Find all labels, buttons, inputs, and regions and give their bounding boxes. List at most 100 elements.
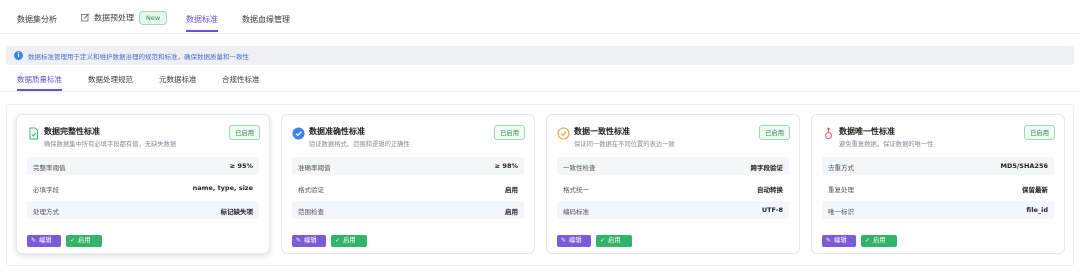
notice-text: 数据标准管理用于定义和维护数据治理的规范和标准，确保数据质量和一致性 [28,53,249,61]
check-icon: ✓ [70,237,76,244]
row-key: 唯一标识 [828,208,854,216]
check-icon: ✓ [865,237,871,244]
card-row: 格式统一 自动转换 [557,179,789,197]
edit-button[interactable]: ✎ 编辑 [292,235,326,247]
card-title: 数据一致性标准 [574,127,630,136]
row-value: 启用 [505,186,518,194]
status-badge: 已启用 [229,125,260,140]
standard-card-uniqueness: 数据唯一性标准 避免重复数据，保证数据的唯一性 已启用 去重方式 MD5/SHA2… [811,114,1065,254]
check-icon: ✓ [600,237,606,244]
tab-label: 数据集分析 [17,15,57,24]
tab-dataset-analysis[interactable]: 数据集分析 [17,14,57,25]
row-value: 标记缺失项 [220,208,254,216]
enable-button[interactable]: ✓ 启用 [66,235,102,247]
edit-icon: ✎ [826,237,832,244]
row-key: 一致性检查 [563,164,596,172]
row-key: 完整率阈值 [33,164,66,172]
enable-label: 启用 [608,237,621,244]
check-circle-outline-icon [557,127,570,140]
status-badge: 已启用 [759,125,790,140]
subtab-label: 元数据标准 [159,75,197,84]
subtab-label: 数据处理规范 [88,75,133,84]
enable-label: 启用 [873,237,886,244]
card-row: 准确率阈值 ≥ 98% [292,157,524,175]
subtab-processing[interactable]: 数据处理规范 [88,74,133,85]
row-key: 格式统一 [563,186,589,194]
row-key: 编码标准 [563,208,589,216]
edit-label: 编辑 [834,237,847,244]
row-key: 重复处理 [828,186,854,194]
row-key: 格式验证 [298,186,324,194]
status-badge: 已启用 [494,125,525,140]
card-title: 数据唯一性标准 [839,127,895,136]
row-value: 自动转换 [757,186,783,194]
card-row: 编码标准 UTF-8 [557,201,789,219]
edit-label: 编辑 [304,237,317,244]
row-key: 范围检查 [298,208,324,216]
enable-button[interactable]: ✓ 启用 [861,235,897,247]
tab-label: 数据标准 [186,15,218,24]
row-key: 必填字段 [33,186,59,194]
standard-card-consistency: 数据一致性标准 保证同一数据在不同位置的表达一致 已启用 一致性检查 跨字段验证 … [546,114,800,254]
edit-label: 编辑 [569,237,582,244]
card-row: 一致性检查 跨字段验证 [557,157,789,175]
check-circle-icon [292,127,305,140]
row-key: 去重方式 [828,164,854,172]
row-value: MD5/SHA256 [1000,162,1048,170]
card-row: 格式验证 启用 [292,179,524,197]
active-subtab-indicator [17,89,62,91]
new-badge: New [139,11,168,25]
row-value: ≥ 95% [229,162,253,170]
subtab-metadata[interactable]: 元数据标准 [159,74,197,85]
tab-data-lineage[interactable]: 数据血缘管理 [242,14,290,25]
enable-label: 启用 [343,237,356,244]
fingerprint-icon [822,127,835,140]
card-description: 验证数据格式、范围和逻辑的正确性 [309,141,410,148]
row-value: 保留最新 [1022,186,1048,194]
card-row: 处理方式 标记缺失项 [27,201,259,219]
row-value: UTF-8 [761,206,783,214]
info-notice: i 数据标准管理用于定义和维护数据治理的规范和标准，确保数据质量和一致性 [6,46,1074,65]
edit-button[interactable]: ✎ 编辑 [27,235,61,247]
subtab-label: 数据质量标准 [17,75,62,84]
standard-card-completeness: 数据完整性标准 确保数据集中所有必填字段都有值，无缺失数据 已启用 完整率阈值 ≥… [16,114,270,254]
tab-label: 数据血缘管理 [242,15,290,24]
row-value: 启用 [505,208,518,216]
card-row: 重复处理 保留最新 [822,179,1054,197]
card-row: 必填字段 name, type, size [27,179,259,197]
document-check-icon [27,127,40,140]
edit-button[interactable]: ✎ 编辑 [557,235,591,247]
edit-icon [81,12,90,24]
subtab-label: 合规性标准 [222,75,260,84]
enable-label: 启用 [78,237,91,244]
info-icon: i [14,51,23,60]
edit-icon: ✎ [31,237,37,244]
tab-data-standards[interactable]: 数据标准 [186,14,218,32]
card-row: 去重方式 MD5/SHA256 [822,157,1054,175]
edit-button[interactable]: ✎ 编辑 [822,235,856,247]
row-key: 处理方式 [33,208,59,216]
row-value: name, type, size [192,184,253,192]
enable-button[interactable]: ✓ 启用 [596,235,632,247]
subtab-compliance[interactable]: 合规性标准 [222,74,260,85]
sub-tab-bar: 数据质量标准 数据处理规范 元数据标准 合规性标准 [0,68,1080,92]
card-row: 范围检查 启用 [292,201,524,219]
enable-button[interactable]: ✓ 启用 [331,235,367,247]
card-description: 保证同一数据在不同位置的表达一致 [574,141,675,148]
standard-card-accuracy: 数据准确性标准 验证数据格式、范围和逻辑的正确性 已启用 准确率阈值 ≥ 98% … [281,114,535,254]
card-description: 确保数据集中所有必填字段都有值，无缺失数据 [44,141,177,148]
check-icon: ✓ [335,237,341,244]
card-row: 完整率阈值 ≥ 95% [27,157,259,175]
row-value: 跨字段验证 [750,164,784,172]
subtab-quality[interactable]: 数据质量标准 [17,74,62,91]
tab-data-preprocessing[interactable]: 数据预处理 New [81,11,168,25]
top-tab-bar: 数据集分析 数据预处理 New 数据标准 数据血缘管理 [0,0,1080,34]
row-key: 准确率阈值 [298,164,331,172]
card-title: 数据准确性标准 [309,127,365,136]
status-badge: 已启用 [1024,125,1055,140]
edit-icon: ✎ [561,237,567,244]
card-description: 避免重复数据，保证数据的唯一性 [839,141,934,148]
card-row: 唯一标识 file_id [822,201,1054,219]
row-value: ≥ 98% [494,162,518,170]
row-value: file_id [1026,206,1048,214]
